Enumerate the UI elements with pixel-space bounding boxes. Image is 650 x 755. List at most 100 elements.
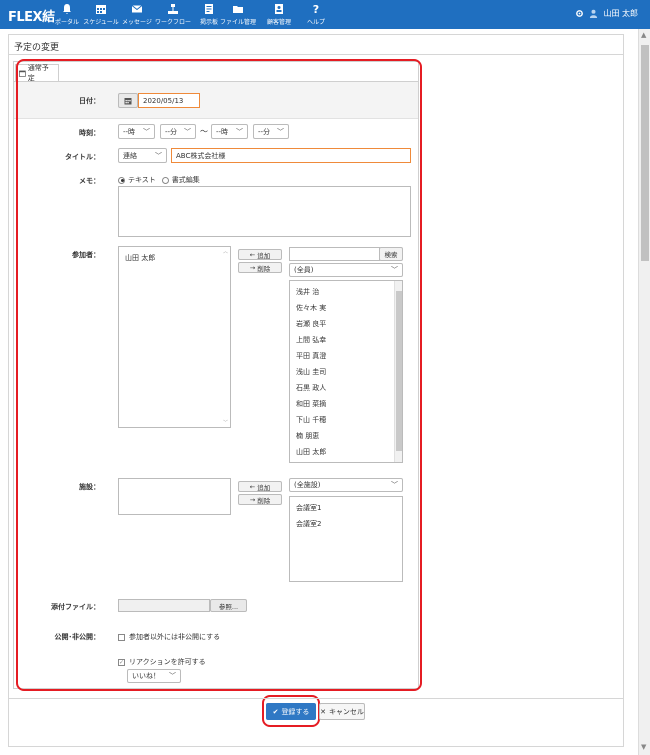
add-facility-button[interactable]: ← 追加 <box>238 481 282 492</box>
nav-label: メッセージ <box>122 19 152 26</box>
add-participant-button[interactable]: ← 追加 <box>238 249 282 260</box>
facilities-label: 施設： <box>79 483 100 491</box>
reaction-option-label: リアクションを許可する <box>129 658 206 666</box>
attachment-label: 添付ファイル： <box>51 603 100 611</box>
facility-candidates-list[interactable]: 会議室1 会議室2 <box>289 496 403 582</box>
list-item[interactable]: 会議室1 <box>296 503 321 513</box>
title-category-select[interactable]: 連絡 ﹀ <box>118 148 167 163</box>
list-item[interactable]: 下山 千穂 <box>296 415 326 425</box>
list-item[interactable]: 石黒 政人 <box>296 383 326 393</box>
list-item[interactable]: 会議室2 <box>296 519 321 529</box>
chevron-down-icon: ﹀ <box>169 672 176 680</box>
remove-facility-label: 削除 <box>257 496 271 505</box>
title-category-value: 連絡 <box>123 151 137 160</box>
participant-search-button[interactable]: 検索 <box>379 247 403 261</box>
list-item[interactable]: 浅山 圭司 <box>296 367 326 377</box>
user-menu[interactable]: 山田 太郎 <box>575 8 638 19</box>
nav-customers[interactable]: 顧客管理 <box>259 3 299 26</box>
arrow-right-icon: → <box>249 495 256 504</box>
date-input[interactable]: 2020/05/13 <box>138 93 200 108</box>
start-minute-select[interactable]: --分 ﹀ <box>160 124 196 139</box>
end-minute-select[interactable]: --分 ﹀ <box>253 124 289 139</box>
bell-icon <box>63 4 71 14</box>
date-label: 日付： <box>79 97 100 105</box>
nav-label: スケジュール <box>83 19 119 26</box>
list-item[interactable]: 上間 弘幸 <box>296 335 326 345</box>
calendar-icon <box>96 5 106 14</box>
participant-group-select[interactable]: (全員) ﹀ <box>289 263 403 277</box>
list-item[interactable]: 和田 菜摘 <box>296 399 326 409</box>
scroll-up-arrow-icon[interactable]: ▲ <box>641 31 646 39</box>
customer-icon <box>275 4 283 14</box>
arrow-left-icon: ← <box>249 482 256 491</box>
memo-rich-radio[interactable] <box>161 176 169 184</box>
chevron-down-icon: ﹀ <box>391 266 398 274</box>
footer-divider <box>9 698 623 699</box>
chevron-down-icon: ﹀ <box>277 127 284 136</box>
start-hour-select[interactable]: --時 ﹀ <box>118 124 155 139</box>
browse-file-button[interactable]: 参照... <box>210 599 247 612</box>
list-item[interactable]: 平田 真澄 <box>296 351 326 361</box>
candidates-scrollbar[interactable] <box>394 281 402 462</box>
page-scroll-thumb[interactable] <box>641 45 649 261</box>
list-item[interactable]: 山田 太郎 <box>296 447 326 457</box>
arrow-left-icon: ← <box>249 250 256 259</box>
participant-search-input[interactable] <box>289 247 380 261</box>
memo-textarea[interactable] <box>118 186 411 237</box>
scroll-down-arrow-icon[interactable]: ▼ <box>641 743 646 751</box>
end-hour-select[interactable]: --時 ﹀ <box>211 124 248 139</box>
visibility-label: 公開･非公開： <box>54 633 101 641</box>
scroll-up-arrow-icon[interactable]: ︿ <box>223 248 228 255</box>
board-icon <box>205 4 213 14</box>
nav-files[interactable]: ファイル管理 <box>218 3 258 26</box>
calendar-picker-button[interactable] <box>118 93 138 108</box>
title-divider <box>9 54 623 55</box>
time-label: 時刻： <box>79 129 100 137</box>
nav-workflow[interactable]: ワークフロー <box>153 3 193 26</box>
private-option: 参加者以外には非公開にする <box>118 632 220 642</box>
list-item[interactable]: 浅井 治 <box>296 287 319 297</box>
reaction-type-select[interactable]: いいね！ ﹀ <box>127 669 181 683</box>
selected-facilities-list[interactable] <box>118 478 231 515</box>
nav-help[interactable]: ? ヘルプ <box>296 3 336 26</box>
tab-label: 通常予定 <box>27 64 49 82</box>
participant-candidates-list[interactable]: 浅井 治 佐々木 実 岩瀬 良平 上間 弘幸 平田 真澄 浅山 圭司 石黒 政人… <box>289 280 403 463</box>
memo-format-options: テキスト 書式編集 <box>118 175 200 185</box>
tab-regular-schedule[interactable]: 通常予定 <box>15 64 59 82</box>
nav-label: ワークフロー <box>154 19 191 26</box>
chevron-down-icon: ﹀ <box>236 127 243 136</box>
title-input[interactable]: ABC株式会社様 <box>171 148 411 163</box>
list-item[interactable]: 岩瀬 良平 <box>296 319 326 329</box>
nav-label: 顧客管理 <box>266 19 291 26</box>
list-item[interactable]: 山田 太郎 <box>125 253 155 263</box>
add-participant-label: 追加 <box>257 251 271 260</box>
scroll-down-arrow-icon[interactable]: ﹀ <box>223 419 228 426</box>
list-item[interactable]: 佐々木 実 <box>296 303 326 313</box>
cancel-button[interactable]: ✕ キャンセル <box>319 703 365 720</box>
reaction-checkbox[interactable]: ✓ <box>118 658 125 666</box>
facility-group-value: (全施設) <box>294 481 321 489</box>
submit-button[interactable]: ✔ 登録する <box>266 703 316 720</box>
page-scrollbar[interactable]: ▲ ▼ <box>638 29 650 755</box>
memo-text-radio[interactable] <box>118 176 125 184</box>
nav-label: ファイル管理 <box>219 19 256 26</box>
remove-participant-button[interactable]: → 削除 <box>238 262 282 273</box>
candidates-scroll-thumb[interactable] <box>396 291 402 451</box>
private-option-label: 参加者以外には非公開にする <box>129 633 221 641</box>
nav-schedule[interactable]: スケジュール <box>81 3 121 26</box>
facility-group-select[interactable]: (全施設) ﹀ <box>289 478 403 492</box>
private-checkbox[interactable] <box>118 633 125 641</box>
top-navigation-bar: FLEX結 ポータル スケジュール メッセージ ワークフロー 掲示板 ファイル管… <box>0 0 650 29</box>
arrow-right-icon: → <box>249 263 256 272</box>
reaction-option: ✓ リアクションを許可する <box>118 657 206 667</box>
remove-facility-button[interactable]: → 削除 <box>238 494 282 505</box>
selected-participants-list[interactable]: 山田 太郎 ︿ ﹀ <box>118 246 231 428</box>
settings-icon[interactable] <box>575 9 584 18</box>
title-label: タイトル： <box>65 153 100 161</box>
cancel-label: キャンセル <box>328 707 364 716</box>
memo-label: メモ： <box>79 177 100 185</box>
list-item[interactable]: 楠 朋恵 <box>296 431 319 441</box>
workflow-icon <box>168 4 178 14</box>
nav-message[interactable]: メッセージ <box>117 3 157 26</box>
calendar-icon <box>19 70 26 77</box>
